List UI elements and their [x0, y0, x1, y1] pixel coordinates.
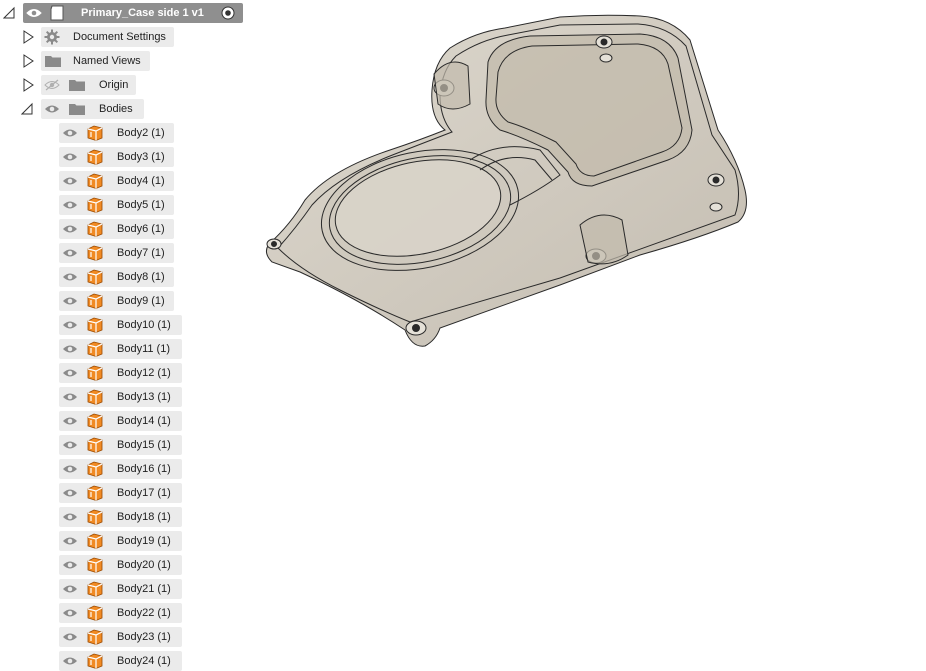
visibility-eye-icon[interactable] [62, 199, 78, 211]
body-label: Body11 (1) [117, 343, 170, 355]
solid-body-icon [87, 389, 103, 405]
visibility-eye-icon[interactable] [62, 295, 78, 307]
body-label: Body16 (1) [117, 463, 171, 475]
visibility-eye-icon[interactable] [62, 367, 78, 379]
solid-body-icon [87, 437, 103, 453]
body-label: Body9 (1) [117, 295, 165, 307]
visibility-eye-icon[interactable] [26, 7, 42, 19]
3d-model-viewport[interactable] [250, 0, 770, 360]
solid-body-icon [87, 365, 103, 381]
body-label: Body2 (1) [117, 127, 165, 139]
body-label: Body5 (1) [117, 199, 165, 211]
visibility-eye-icon[interactable] [62, 487, 78, 499]
solid-body-icon [87, 221, 103, 237]
solid-body-icon [87, 125, 103, 141]
visibility-eye-icon[interactable] [62, 343, 78, 355]
visibility-eye-icon[interactable] [62, 559, 78, 571]
solid-body-icon [87, 557, 103, 573]
visibility-eye-icon[interactable] [62, 415, 78, 427]
solid-body-icon [87, 317, 103, 333]
body-label: Body24 (1) [117, 655, 171, 667]
solid-body-icon [87, 461, 103, 477]
visibility-eye-icon[interactable] [62, 655, 78, 667]
visibility-eye-icon[interactable] [62, 175, 78, 187]
body-label: Body20 (1) [117, 559, 171, 571]
visibility-eye-icon[interactable] [62, 583, 78, 595]
node-label-origin: Origin [99, 79, 129, 91]
solid-body-icon [87, 509, 103, 525]
visibility-eye-icon[interactable] [44, 103, 60, 115]
solid-body-icon [87, 533, 103, 549]
body-label: Body19 (1) [117, 535, 171, 547]
folder-icon [69, 80, 85, 91]
visibility-eye-icon[interactable] [62, 223, 78, 235]
visibility-eye-icon[interactable] [62, 511, 78, 523]
solid-body-icon [87, 581, 103, 597]
body-label: Body18 (1) [117, 511, 171, 523]
solid-body-icon [87, 173, 103, 189]
visibility-eye-icon[interactable] [62, 319, 78, 331]
solid-body-icon [87, 653, 103, 669]
visibility-eye-icon[interactable] [62, 271, 78, 283]
hidden-eye-icon[interactable] [44, 79, 60, 91]
body-label: Body10 (1) [117, 319, 171, 331]
expand-triangle-icon[interactable] [23, 30, 35, 44]
active-radio-icon[interactable] [221, 6, 235, 20]
visibility-eye-icon[interactable] [62, 391, 78, 403]
solid-body-icon [87, 341, 103, 357]
body-label: Body4 (1) [117, 175, 165, 187]
gear-icon [44, 29, 60, 45]
solid-body-icon [87, 269, 103, 285]
body-label: Body15 (1) [117, 439, 171, 451]
visibility-eye-icon[interactable] [62, 151, 78, 163]
node-label-named-views: Named Views [73, 55, 141, 67]
solid-body-icon [87, 293, 103, 309]
body-label: Body3 (1) [117, 151, 165, 163]
visibility-eye-icon[interactable] [62, 631, 78, 643]
solid-body-icon [87, 197, 103, 213]
visibility-eye-icon[interactable] [62, 607, 78, 619]
body-label: Body8 (1) [117, 271, 165, 283]
body-label: Body22 (1) [117, 607, 171, 619]
body-label: Body23 (1) [117, 631, 171, 643]
component-icon [50, 5, 64, 21]
solid-body-icon [87, 413, 103, 429]
body-label: Body21 (1) [117, 583, 171, 595]
body-label: Body17 (1) [117, 487, 171, 499]
expand-triangle-icon[interactable] [23, 78, 35, 92]
visibility-eye-icon[interactable] [62, 535, 78, 547]
node-label-document-settings: Document Settings [73, 31, 166, 43]
body-label: Body6 (1) [117, 223, 165, 235]
visibility-eye-icon[interactable] [62, 439, 78, 451]
solid-body-icon [87, 605, 103, 621]
folder-icon [45, 56, 61, 67]
root-component-label: Primary_Case side 1 v1 [81, 7, 204, 19]
expand-triangle-icon[interactable] [23, 54, 35, 68]
visibility-eye-icon[interactable] [62, 127, 78, 139]
body-label: Body14 (1) [117, 415, 171, 427]
solid-body-icon [87, 245, 103, 261]
visibility-eye-icon[interactable] [62, 463, 78, 475]
solid-body-icon [87, 485, 103, 501]
solid-body-icon [87, 149, 103, 165]
body-label: Body13 (1) [117, 391, 171, 403]
folder-icon [69, 104, 85, 115]
body-label: Body12 (1) [117, 367, 171, 379]
body-label: Body7 (1) [117, 247, 165, 259]
collapse-triangle-icon[interactable] [3, 6, 15, 20]
solid-body-icon [87, 629, 103, 645]
visibility-eye-icon[interactable] [62, 247, 78, 259]
primary-case-model [266, 14, 747, 347]
node-label-bodies: Bodies [99, 103, 133, 115]
collapse-triangle-icon[interactable] [21, 102, 33, 116]
